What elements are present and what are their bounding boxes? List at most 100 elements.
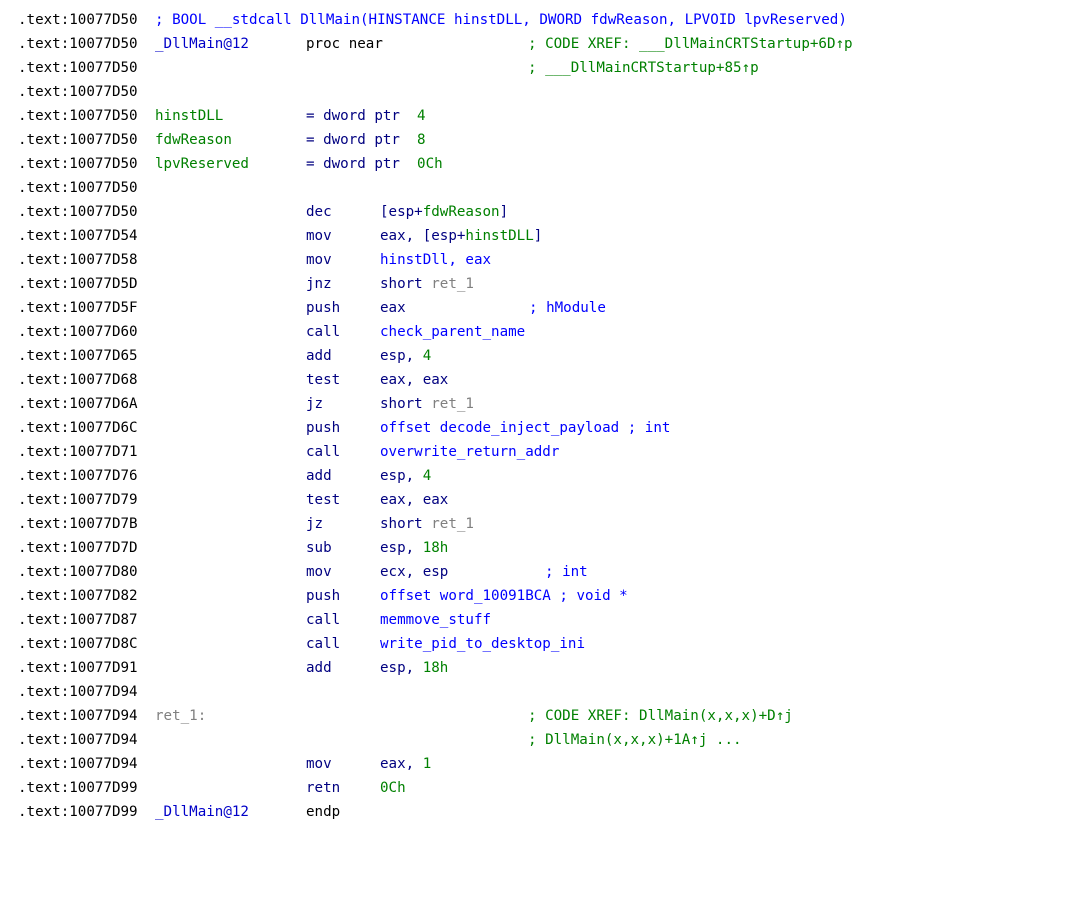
listing-line[interactable]: .text:10077D60 call check_parent_name (18, 320, 1078, 344)
listing-line[interactable]: .text:10077D50 hinstDLL = dword ptr 4 (18, 104, 1078, 128)
listing-line[interactable]: .text:10077D79 test eax, eax (18, 488, 1078, 512)
mnemonic: jz (306, 516, 324, 532)
operand-text: short (380, 516, 432, 532)
listing-line[interactable]: .text:10077D71 call overwrite_return_add… (18, 440, 1078, 464)
listing-line[interactable]: .text:10077D99 _DllMain@12 endp (18, 800, 1078, 824)
mnemonic: jz (306, 396, 324, 412)
listing-line[interactable]: .text:10077D82 push offset word_10091BCA… (18, 584, 1078, 608)
xref-comment[interactable]: ; DllMain(x,x,x)+1A↑j ... (528, 728, 742, 752)
address: .text:10077D79 (18, 492, 138, 508)
operand-var[interactable]: hinstDLL (465, 228, 533, 244)
mnemonic: call (306, 444, 341, 460)
call-target[interactable]: check_parent_name (380, 320, 525, 344)
operand-text: short (380, 396, 432, 412)
mnemonic: mov (306, 756, 332, 772)
mnemonic: call (306, 636, 341, 652)
listing-line[interactable]: .text:10077D80 mov ecx, esp ; int (18, 560, 1078, 584)
listing-line[interactable]: .text:10077D50 ; BOOL __stdcall DllMain(… (18, 8, 1078, 32)
mnemonic: push (306, 588, 341, 604)
listing-line[interactable]: .text:10077D7B jz short ret_1 (18, 512, 1078, 536)
stack-var-name[interactable]: lpvReserved (155, 152, 249, 176)
call-target[interactable]: overwrite_return_addr (380, 440, 559, 464)
address: .text:10077D7B (18, 516, 138, 532)
listing-line[interactable]: .text:10077D7D sub esp, 18h (18, 536, 1078, 560)
xref-comment[interactable]: ; CODE XREF: DllMain(x,x,x)+D↑j (528, 704, 793, 728)
listing-line[interactable]: .text:10077D50 dec [esp+fdwReason] (18, 200, 1078, 224)
function-label[interactable]: _DllMain@12 (155, 800, 249, 824)
listing-line[interactable]: .text:10077D65 add esp, 4 (18, 344, 1078, 368)
jump-target[interactable]: ret_1 (431, 516, 474, 532)
address: .text:10077D94 (18, 708, 138, 724)
operand[interactable]: offset decode_inject_payload ; int (380, 416, 670, 440)
operand: esp, 4 (380, 344, 431, 368)
listing-line[interactable]: .text:10077D50 (18, 80, 1078, 104)
listing-line[interactable]: .text:10077D50 lpvReserved = dword ptr 0… (18, 152, 1078, 176)
mnemonic: call (306, 324, 341, 340)
stack-var-decl: = dword ptr 0Ch (306, 152, 443, 176)
function-label[interactable]: _DllMain@12 (155, 32, 249, 56)
mnemonic: mov (306, 228, 332, 244)
listing-line[interactable]: .text:10077D8C call write_pid_to_desktop… (18, 632, 1078, 656)
listing-line[interactable]: .text:10077D94 ; DllMain(x,x,x)+1A↑j ... (18, 728, 1078, 752)
operand[interactable]: hinstDll, eax (380, 248, 491, 272)
address: .text:10077D94 (18, 732, 138, 748)
immediate-value: 18h (422, 540, 449, 556)
listing-line[interactable]: .text:10077D50 ; ___DllMainCRTStartup+85… (18, 56, 1078, 80)
stack-var-offset: 0Ch (417, 156, 443, 172)
inline-comment: ; int (545, 564, 588, 580)
listing-line[interactable]: .text:10077D54 mov eax, [esp+hinstDLL] (18, 224, 1078, 248)
mnemonic: sub (306, 540, 332, 556)
mnemonic: jnz (306, 276, 332, 292)
address: .text:10077D54 (18, 228, 138, 244)
address: .text:10077D99 (18, 804, 138, 820)
listing-line[interactable]: .text:10077D5F push eax ; hModule (18, 296, 1078, 320)
address: .text:10077D94 (18, 684, 138, 700)
listing-line[interactable]: .text:10077D5D jnz short ret_1 (18, 272, 1078, 296)
listing-line[interactable]: .text:10077D58 mov hinstDll, eax (18, 248, 1078, 272)
mnemonic: mov (306, 252, 332, 268)
mnemonic: add (306, 660, 332, 676)
listing-line[interactable]: .text:10077D94 ret_1: ; CODE XREF: DllMa… (18, 704, 1078, 728)
address: .text:10077D99 (18, 780, 138, 796)
address: .text:10077D58 (18, 252, 138, 268)
address: .text:10077D50 (18, 108, 138, 124)
listing-line[interactable]: .text:10077D94 mov eax, 1 (18, 752, 1078, 776)
stack-var-name[interactable]: fdwReason (155, 128, 232, 152)
listing-line[interactable]: .text:10077D50 _DllMain@12 proc near ; C… (18, 32, 1078, 56)
jump-target[interactable]: ret_1 (431, 276, 474, 292)
stack-var-decl: = dword ptr 8 (306, 128, 426, 152)
listing-line[interactable]: .text:10077D6C push offset decode_inject… (18, 416, 1078, 440)
address: .text:10077D82 (18, 588, 138, 604)
address: .text:10077D68 (18, 372, 138, 388)
address: .text:10077D76 (18, 468, 138, 484)
xref-comment[interactable]: ; CODE XREF: ___DllMainCRTStartup+6D↑p (528, 32, 853, 56)
operand-text: esp, (380, 468, 423, 484)
call-target[interactable]: memmove_stuff (380, 608, 491, 632)
call-target[interactable]: write_pid_to_desktop_ini (380, 632, 585, 656)
stack-var-name[interactable]: hinstDLL (155, 104, 223, 128)
local-label[interactable]: ret_1: (155, 704, 206, 728)
listing-line[interactable]: .text:10077D99 retn 0Ch (18, 776, 1078, 800)
immediate-value: 18h (422, 660, 449, 676)
xref-comment[interactable]: ; ___DllMainCRTStartup+85↑p (528, 56, 759, 80)
address: .text:10077D65 (18, 348, 138, 364)
listing-line[interactable]: .text:10077D68 test eax, eax (18, 368, 1078, 392)
mnemonic: mov (306, 564, 332, 580)
listing-line[interactable]: .text:10077D91 add esp, 18h (18, 656, 1078, 680)
stack-var-decl: = dword ptr 4 (306, 104, 426, 128)
operand-var[interactable]: fdwReason (423, 204, 500, 220)
jump-target[interactable]: ret_1 (431, 396, 474, 412)
listing-line[interactable]: .text:10077D94 (18, 680, 1078, 704)
stack-var-offset: 4 (417, 108, 426, 124)
stack-var-offset: 8 (417, 132, 426, 148)
address: .text:10077D50 (18, 12, 138, 28)
listing-line[interactable]: .text:10077D87 call memmove_stuff (18, 608, 1078, 632)
listing-line[interactable]: .text:10077D76 add esp, 4 (18, 464, 1078, 488)
listing-line[interactable]: .text:10077D50 fdwReason = dword ptr 8 (18, 128, 1078, 152)
decl-text: = dword ptr (306, 132, 409, 148)
operand[interactable]: offset word_10091BCA ; void * (380, 584, 628, 608)
listing-line[interactable]: .text:10077D6A jz short ret_1 (18, 392, 1078, 416)
address: .text:10077D7D (18, 540, 138, 556)
operand: esp, 18h (380, 536, 448, 560)
listing-line[interactable]: .text:10077D50 (18, 176, 1078, 200)
